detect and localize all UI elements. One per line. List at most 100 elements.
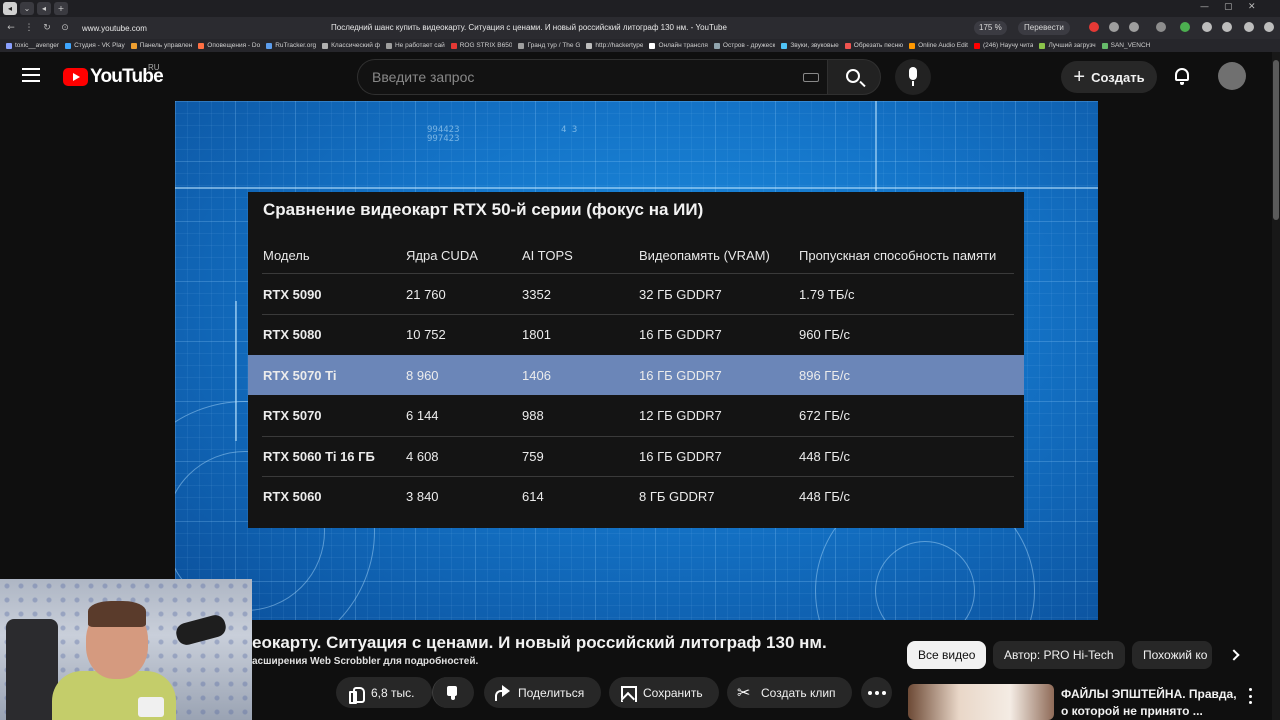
site-info-icon[interactable]: ⊙ xyxy=(58,23,72,33)
bookmark-label: RuTracker.org xyxy=(275,42,317,49)
bookmark-item[interactable]: SAN_VENCH xyxy=(1101,42,1150,49)
keyboard-icon[interactable] xyxy=(803,73,819,82)
bookmark-favicon-icon xyxy=(973,42,980,49)
share-label: Поделиться xyxy=(518,685,585,700)
column-header: AI TOPS xyxy=(522,248,573,263)
bookmark-item[interactable]: Обрезать песню xyxy=(844,42,903,49)
save-label: Сохранить xyxy=(643,685,703,700)
youtube-logo[interactable]: YouTube RU xyxy=(63,63,164,88)
close-icon[interactable]: ✕ xyxy=(1248,2,1256,12)
model-cell: RTX 5090 xyxy=(263,287,322,302)
bookmarks-bar: toxic__avenger Студия - VK Play Панель упр… xyxy=(0,39,1280,52)
model-cell: RTX 5060 xyxy=(263,489,322,504)
zoom-badge[interactable]: 175 % xyxy=(974,21,1007,35)
bookmark-item[interactable]: Лучший загрузч xyxy=(1039,42,1096,49)
maximize-icon[interactable]: ▢ xyxy=(1224,2,1233,12)
bookmark-label: Остров - дружеск xyxy=(722,42,776,49)
bookmark-item[interactable]: Звуки, звуковые xyxy=(781,42,839,49)
more-actions-button[interactable] xyxy=(861,677,892,708)
page-scrollbar[interactable] xyxy=(1272,52,1280,720)
youtube-header: YouTube RU + Создать xyxy=(0,52,1280,101)
url-field[interactable]: www.youtube.com xyxy=(82,24,147,33)
scrollbar-thumb[interactable] xyxy=(1273,60,1279,220)
extension-icon[interactable] xyxy=(1180,22,1190,32)
table-title: Сравнение видеокарт RTX 50-й серии (фоку… xyxy=(263,200,704,219)
extension-icon[interactable] xyxy=(1156,22,1166,32)
bookmark-item[interactable]: ROG STRIX B650 xyxy=(450,42,512,49)
share-button[interactable]: Поделиться xyxy=(484,677,601,708)
avatar[interactable] xyxy=(1218,62,1246,90)
bookmark-favicon-icon xyxy=(518,42,525,49)
bookmark-item[interactable]: Остров - дружеск xyxy=(713,42,776,49)
menu-dots-icon[interactable]: ⋮ xyxy=(22,23,36,33)
table-cell: 1406 xyxy=(522,367,551,383)
region-label: RU xyxy=(148,63,160,72)
video-title: еокарту. Ситуация с ценами. И новый росс… xyxy=(252,633,827,652)
bookmark-label: Звуки, звуковые xyxy=(790,42,839,49)
chip-similar[interactable]: Похожий ко xyxy=(1132,641,1212,669)
table-cell: 3 840 xyxy=(406,489,439,504)
bookmark-label: Online Audio Edit xyxy=(918,42,968,49)
extension-icon[interactable] xyxy=(1089,22,1099,32)
dislike-button[interactable] xyxy=(432,677,474,708)
scissors-icon xyxy=(737,683,753,702)
bookmark-item[interactable]: Классический ф xyxy=(322,42,380,49)
reload-icon[interactable]: ↻ xyxy=(40,23,54,33)
recommendation-thumbnail[interactable] xyxy=(908,684,1054,720)
bookmark-item[interactable]: Не работает сай xyxy=(385,42,445,49)
save-button[interactable]: Сохранить xyxy=(609,677,719,708)
minimize-icon[interactable]: — xyxy=(1200,2,1209,12)
table-header: Модель Ядра CUDA AI TOPS Видеопамять (VR… xyxy=(248,236,1024,273)
bookmark-item[interactable]: Онлайн трансля xyxy=(649,42,708,49)
recommendation-title[interactable]: ФАЙЛЫ ЭПШТЕЙНА. Правда, о которой не при… xyxy=(1061,686,1241,720)
chevron-right-icon[interactable] xyxy=(1228,649,1240,661)
bookmark-favicon-icon xyxy=(844,42,851,49)
like-count: 6,8 тыс. xyxy=(371,685,415,700)
bookmark-item[interactable]: Гранд тур / The G xyxy=(518,42,580,49)
extension-icon[interactable] xyxy=(1264,22,1274,32)
extension-icon[interactable] xyxy=(1202,22,1212,32)
extension-icon[interactable] xyxy=(1109,22,1119,32)
gpu-comparison-table: Сравнение видеокарт RTX 50-й серии (фоку… xyxy=(248,192,1024,528)
cup-shape xyxy=(138,697,164,717)
bookmark-item[interactable]: http://hackertype xyxy=(586,42,643,49)
bg-digits: 997423 xyxy=(427,134,460,144)
hamburger-menu-icon[interactable] xyxy=(22,68,40,82)
bookmark-item[interactable]: Оповещения - Do xyxy=(198,42,260,49)
model-cell: RTX 5080 xyxy=(263,327,322,343)
bookmark-favicon-icon xyxy=(909,42,916,49)
table-row: RTX 5060 3 840 614 8 ГБ GDDR7 448 ГБ/с xyxy=(248,476,1024,516)
bookmark-item[interactable]: (246) Научу чита xyxy=(973,42,1033,49)
extension-icon[interactable] xyxy=(1244,22,1254,32)
tab-audio-icon[interactable]: ◂ xyxy=(3,2,17,15)
table-cell: 8 ГБ GDDR7 xyxy=(639,489,715,504)
table-cell: 21 760 xyxy=(406,287,446,302)
bookmark-icon xyxy=(619,685,637,702)
extension-icon[interactable] xyxy=(1129,22,1139,32)
bookmark-item[interactable]: Студия - VK Play xyxy=(65,42,125,49)
tab-list-icon[interactable]: ⌄ xyxy=(20,2,34,15)
like-button[interactable]: 6,8 тыс. xyxy=(336,677,432,708)
chip-author[interactable]: Автор: PRO Hi-Tech xyxy=(993,641,1125,669)
recommendation-menu-icon[interactable] xyxy=(1249,688,1253,704)
bookmark-item[interactable]: RuTracker.org xyxy=(266,42,316,49)
extension-icon[interactable] xyxy=(1222,22,1232,32)
search-button[interactable] xyxy=(827,59,881,95)
bookmark-item[interactable]: Панель управлен xyxy=(130,42,192,49)
notifications-bell-icon[interactable] xyxy=(1173,66,1191,86)
table-row: RTX 5090 21 760 3352 32 ГБ GDDR7 1.79 ТБ/с xyxy=(248,274,1024,314)
back-icon[interactable]: ← xyxy=(4,23,18,33)
bookmark-item[interactable]: toxic__avenger xyxy=(6,42,59,49)
bookmark-item[interactable]: Online Audio Edit xyxy=(909,42,968,49)
voice-search-button[interactable] xyxy=(895,59,931,95)
table-cell: 6 144 xyxy=(406,408,439,424)
bookmark-favicon-icon xyxy=(385,42,392,49)
create-clip-button[interactable]: Создать клип xyxy=(727,677,852,708)
table-cell: 448 ГБ/с xyxy=(799,448,850,464)
search-input[interactable] xyxy=(372,69,772,85)
chip-all-videos[interactable]: Все видео xyxy=(907,641,987,669)
tab-back-icon[interactable]: ◂ xyxy=(37,2,51,15)
translate-button[interactable]: Перевести xyxy=(1018,21,1070,35)
new-tab-icon[interactable]: + xyxy=(54,2,68,15)
create-button[interactable]: + Создать xyxy=(1061,61,1157,93)
